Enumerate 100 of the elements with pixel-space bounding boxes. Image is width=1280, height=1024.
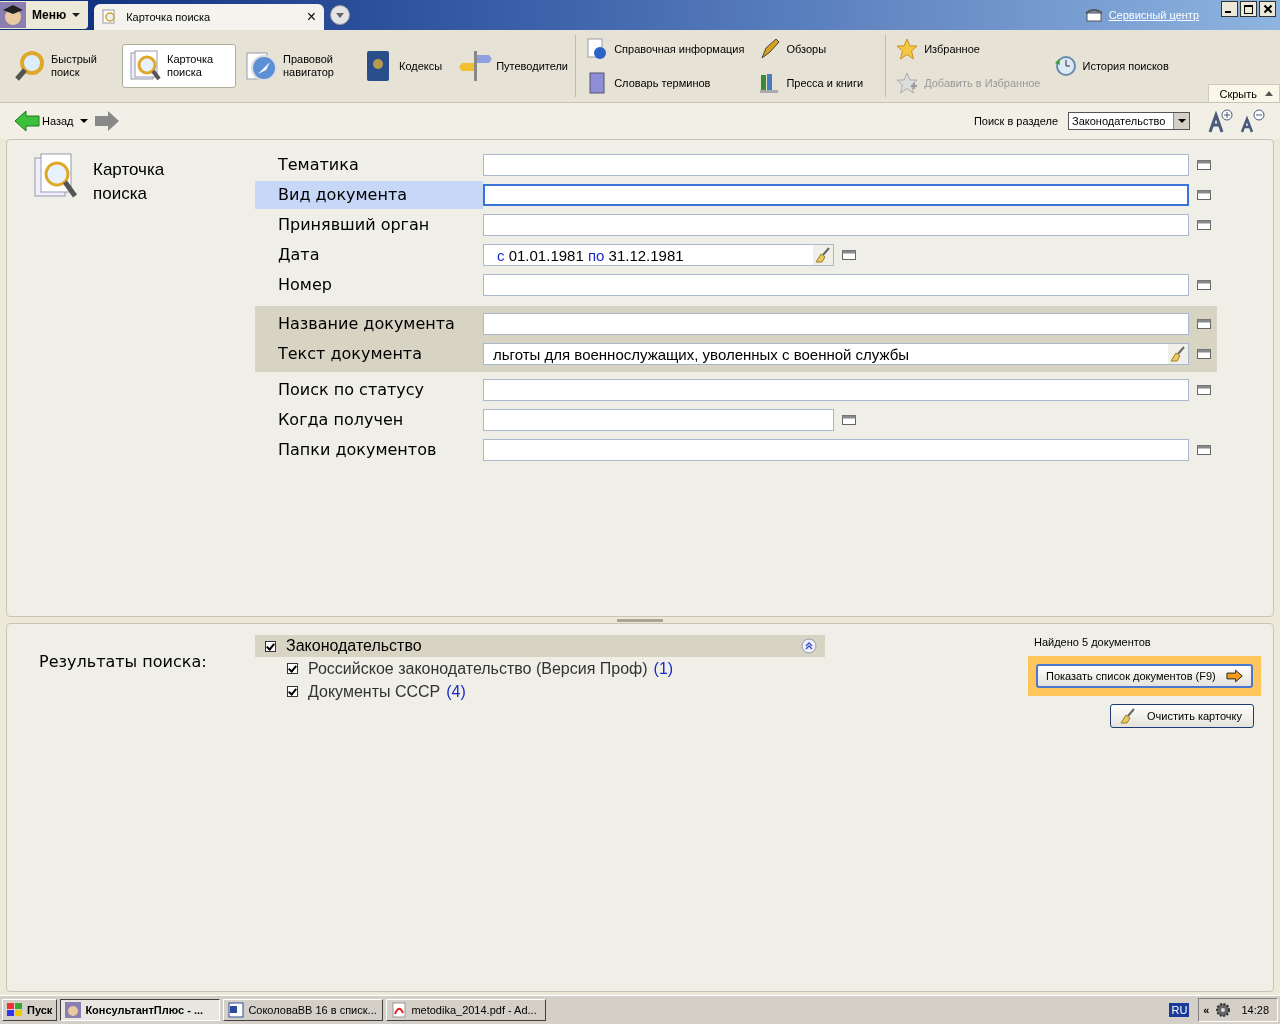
field-label[interactable]: Текст документа: [255, 340, 483, 368]
tree-item[interactable]: Российское законодательство (Версия Проф): [308, 659, 648, 678]
menu-button[interactable]: Меню: [0, 1, 89, 29]
document-icon: [228, 1002, 245, 1018]
list-icon[interactable]: [1197, 220, 1211, 230]
list-icon[interactable]: [1197, 280, 1211, 290]
list-icon[interactable]: [1197, 190, 1211, 200]
star-icon: [896, 38, 919, 60]
font-decrease-icon[interactable]: [1240, 109, 1266, 133]
list-icon[interactable]: [1197, 445, 1211, 455]
arrow-icon: [1225, 669, 1243, 683]
list-icon[interactable]: [1197, 349, 1211, 359]
star-add-icon: [896, 72, 919, 94]
field-label[interactable]: Папки документов: [255, 436, 483, 464]
font-increase-icon[interactable]: [1208, 109, 1234, 133]
document-count: (1): [653, 659, 674, 678]
search-card-icon: [129, 49, 163, 83]
taskbar-button[interactable]: КонсультантПлюс - ...: [60, 999, 221, 1021]
tree-item[interactable]: Документы СССР: [308, 682, 441, 701]
caret-icon[interactable]: [79, 119, 88, 123]
show-list-button[interactable]: Показать список документов (F9): [1036, 664, 1253, 688]
document-count: (4): [446, 682, 466, 701]
input-field[interactable]: льготы для военнослужащих, уволенных с военной службы: [483, 343, 1189, 365]
help-document-icon: [586, 38, 609, 60]
field-label[interactable]: Дата: [255, 241, 483, 269]
avatar-icon: [0, 2, 26, 28]
books-icon: [758, 72, 781, 94]
pdf-icon: [391, 1002, 408, 1018]
field-label[interactable]: Тематика: [255, 151, 483, 179]
list-icon[interactable]: [1197, 160, 1211, 170]
toolbar-button[interactable]: Обзоры: [758, 37, 864, 61]
back-button[interactable]: Назад: [14, 110, 74, 132]
tree-header[interactable]: Законодательство: [255, 635, 825, 657]
hide-button[interactable]: Скрыть: [1208, 84, 1280, 102]
toolbar-button[interactable]: Словарь терминов: [586, 71, 745, 95]
taskbar-button[interactable]: СоколоваВВ 16 в списк...: [223, 999, 384, 1021]
checkbox[interactable]: [287, 663, 298, 674]
close-tab-button[interactable]: ×: [306, 8, 317, 26]
results-title: Результаты поиска:: [38, 651, 208, 673]
broom-icon[interactable]: [1168, 344, 1188, 364]
toolbar-button[interactable]: Быстрый поиск: [6, 44, 120, 88]
input-field[interactable]: с 01.01.1981 по 31.12.1981: [483, 244, 834, 266]
field-label[interactable]: Номер: [255, 271, 483, 299]
toolbar-button[interactable]: Избранное: [896, 37, 1041, 61]
start-button[interactable]: Пуск: [2, 999, 58, 1021]
field-label[interactable]: Принявший орган: [255, 211, 483, 239]
minimize-icon[interactable]: [1221, 1, 1238, 17]
broom-icon: [1119, 708, 1137, 724]
restore-icon[interactable]: [1240, 1, 1257, 17]
list-icon[interactable]: [842, 415, 856, 425]
list-icon[interactable]: [842, 250, 856, 260]
magnifier-icon: [13, 49, 47, 83]
gear-icon[interactable]: [1215, 1002, 1232, 1018]
back-arrow-icon: [14, 110, 40, 132]
document-tab[interactable]: Карточка поиска ×: [94, 4, 325, 30]
field-label[interactable]: Название документа: [255, 310, 483, 338]
input-field[interactable]: [483, 184, 1189, 206]
input-field[interactable]: [483, 409, 834, 431]
toolbar-button[interactable]: Пресса и книги: [758, 71, 864, 95]
compass-icon: [245, 49, 279, 83]
toolbar-button[interactable]: Кодексы: [354, 44, 450, 88]
toolbar-button[interactable]: Карточка поиска: [122, 44, 236, 88]
checkbox[interactable]: [265, 640, 276, 652]
caret-icon: [72, 13, 81, 17]
windows-logo-icon: [7, 1003, 23, 1017]
card-title: Карточка поиска: [93, 159, 166, 205]
collapse-icon[interactable]: [801, 638, 817, 654]
splitter-handle[interactable]: [617, 618, 663, 622]
forward-arrow-icon[interactable]: [93, 110, 120, 132]
field-label[interactable]: Вид документа: [255, 181, 483, 209]
field-label[interactable]: Поиск по статусу: [255, 376, 483, 404]
taskbar-button[interactable]: metodika_2014.pdf - Ad...: [386, 999, 547, 1021]
section-select[interactable]: Законодательство: [1068, 112, 1190, 130]
telephone-icon: [1084, 8, 1103, 22]
found-count: Найдено 5 документов: [1034, 636, 1151, 648]
pen-icon: [758, 38, 781, 60]
clear-card-button[interactable]: Очистить карточку: [1110, 704, 1254, 728]
language-indicator[interactable]: RU: [1169, 1003, 1190, 1017]
input-field[interactable]: [483, 274, 1189, 296]
signpost-icon: [458, 49, 493, 83]
clock: 14:28: [1241, 1004, 1269, 1016]
list-icon[interactable]: [1197, 385, 1211, 395]
close-icon[interactable]: [1259, 1, 1276, 17]
dropdown-icon[interactable]: [330, 5, 351, 25]
input-field[interactable]: [483, 313, 1189, 335]
toolbar-button[interactable]: Правовой навигатор: [238, 44, 352, 88]
app-icon: [65, 1002, 82, 1018]
input-field[interactable]: [483, 439, 1189, 461]
toolbar-button[interactable]: Путеводители: [451, 44, 566, 88]
input-field[interactable]: [483, 379, 1189, 401]
input-field[interactable]: [483, 154, 1189, 176]
toolbar-button[interactable]: Справочная информация: [586, 37, 745, 61]
toolbar-button[interactable]: История поисков: [1054, 54, 1169, 78]
search-in-label: Поиск в разделе: [973, 115, 1058, 127]
tray-expand-button[interactable]: «: [1203, 1004, 1210, 1016]
list-icon[interactable]: [1197, 319, 1211, 329]
broom-icon[interactable]: [813, 245, 833, 265]
field-label[interactable]: Когда получен: [255, 406, 483, 434]
input-field[interactable]: [483, 214, 1189, 236]
checkbox[interactable]: [287, 686, 298, 697]
